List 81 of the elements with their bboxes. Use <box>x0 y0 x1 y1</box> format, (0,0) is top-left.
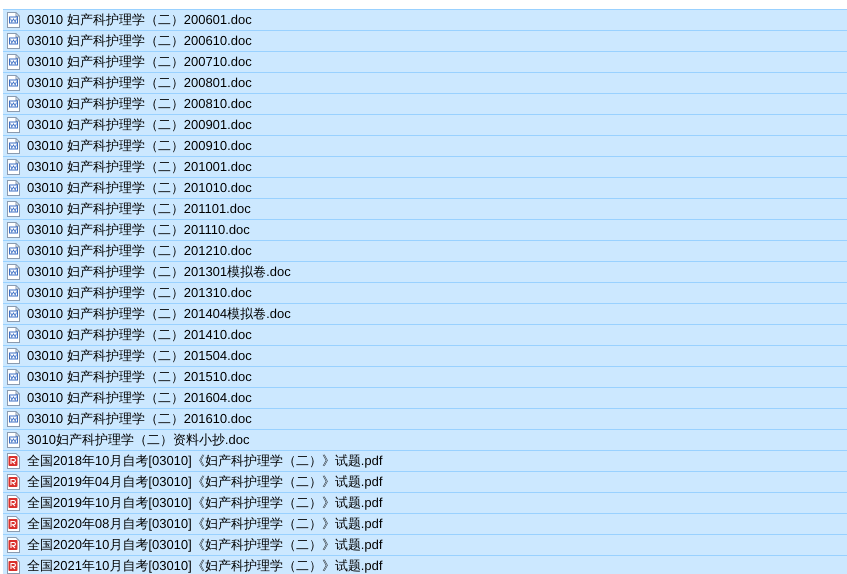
file-row[interactable]: 03010 妇产科护理学（二）200801.doc <box>3 72 847 93</box>
pdf-icon <box>7 516 20 532</box>
document-icon <box>7 96 20 112</box>
document-icon <box>7 12 20 28</box>
file-name: 03010 妇产科护理学（二）200610.doc <box>27 33 252 49</box>
file-name: 03010 妇产科护理学（二）200801.doc <box>27 75 252 91</box>
file-name: 03010 妇产科护理学（二）201301模拟卷.doc <box>27 264 291 280</box>
file-name: 03010 妇产科护理学（二）201110.doc <box>27 222 250 238</box>
file-row[interactable]: 03010 妇产科护理学（二）200610.doc <box>3 30 847 51</box>
file-name: 03010 妇产科护理学（二）201010.doc <box>27 180 252 196</box>
file-name: 03010 妇产科护理学（二）201310.doc <box>27 285 252 301</box>
file-name: 03010 妇产科护理学（二）201404模拟卷.doc <box>27 306 291 322</box>
file-name: 03010 妇产科护理学（二）201604.doc <box>27 390 252 406</box>
file-name: 全国2019年04月自考[03010]《妇产科护理学（二）》试题.pdf <box>27 474 382 490</box>
pdf-icon <box>7 495 20 511</box>
file-name: 全国2021年10月自考[03010]《妇产科护理学（二）》试题.pdf <box>27 558 382 574</box>
pdf-icon <box>7 537 20 553</box>
document-icon <box>7 33 20 49</box>
document-icon <box>7 369 20 385</box>
file-row[interactable]: 03010 妇产科护理学（二）201504.doc <box>3 345 847 366</box>
file-name: 03010 妇产科护理学（二）201504.doc <box>27 348 252 364</box>
file-name: 03010 妇产科护理学（二）200810.doc <box>27 96 252 112</box>
file-row[interactable]: 03010 妇产科护理学（二）201604.doc <box>3 387 847 408</box>
file-row[interactable]: 全国2020年10月自考[03010]《妇产科护理学（二）》试题.pdf <box>3 534 847 555</box>
file-row[interactable]: 03010 妇产科护理学（二）200710.doc <box>3 51 847 72</box>
document-icon <box>7 432 20 448</box>
file-row[interactable]: 03010 妇产科护理学（二）201210.doc <box>3 240 847 261</box>
file-name: 03010 妇产科护理学（二）200901.doc <box>27 117 252 133</box>
document-icon <box>7 327 20 343</box>
file-row[interactable]: 全国2020年08月自考[03010]《妇产科护理学（二）》试题.pdf <box>3 513 847 534</box>
file-row[interactable]: 03010 妇产科护理学（二）201101.doc <box>3 198 847 219</box>
document-icon <box>7 54 20 70</box>
document-icon <box>7 180 20 196</box>
document-icon <box>7 75 20 91</box>
document-icon <box>7 285 20 301</box>
file-name: 全国2020年10月自考[03010]《妇产科护理学（二）》试题.pdf <box>27 537 382 553</box>
document-icon <box>7 159 20 175</box>
document-icon <box>7 117 20 133</box>
file-name: 全国2020年08月自考[03010]《妇产科护理学（二）》试题.pdf <box>27 516 382 532</box>
document-icon <box>7 390 20 406</box>
pdf-icon <box>7 558 20 574</box>
pdf-icon <box>7 453 20 469</box>
document-icon <box>7 243 20 259</box>
file-row[interactable]: 全国2018年10月自考[03010]《妇产科护理学（二）》试题.pdf <box>3 450 847 471</box>
document-icon <box>7 222 20 238</box>
file-row[interactable]: 03010 妇产科护理学（二）201110.doc <box>3 219 847 240</box>
document-icon <box>7 411 20 427</box>
file-row[interactable]: 03010 妇产科护理学（二）201410.doc <box>3 324 847 345</box>
file-name: 03010 妇产科护理学（二）201510.doc <box>27 369 252 385</box>
document-icon <box>7 348 20 364</box>
document-icon <box>7 201 20 217</box>
file-row[interactable]: 全国2019年04月自考[03010]《妇产科护理学（二）》试题.pdf <box>3 471 847 492</box>
document-icon <box>7 306 20 322</box>
file-row[interactable]: 03010 妇产科护理学（二）200901.doc <box>3 114 847 135</box>
document-icon <box>7 138 20 154</box>
file-name: 03010 妇产科护理学（二）200710.doc <box>27 54 252 70</box>
file-name: 03010 妇产科护理学（二）201101.doc <box>27 201 251 217</box>
file-row[interactable]: 03010 妇产科护理学（二）201404模拟卷.doc <box>3 303 847 324</box>
document-icon <box>7 264 20 280</box>
file-name: 全国2019年10月自考[03010]《妇产科护理学（二）》试题.pdf <box>27 495 382 511</box>
file-name: 3010妇产科护理学（二）资料小抄.doc <box>27 432 250 448</box>
file-name: 03010 妇产科护理学（二）201001.doc <box>27 159 252 175</box>
file-name: 03010 妇产科护理学（二）201610.doc <box>27 411 252 427</box>
file-row[interactable]: 03010 妇产科护理学（二）201310.doc <box>3 282 847 303</box>
file-row[interactable]: 03010 妇产科护理学（二）201610.doc <box>3 408 847 429</box>
file-row[interactable]: 03010 妇产科护理学（二）201510.doc <box>3 366 847 387</box>
file-row[interactable]: 全国2019年10月自考[03010]《妇产科护理学（二）》试题.pdf <box>3 492 847 513</box>
file-row[interactable]: 03010 妇产科护理学（二）200601.doc <box>3 9 847 30</box>
file-name: 03010 妇产科护理学（二）200910.doc <box>27 138 252 154</box>
file-name: 03010 妇产科护理学（二）201410.doc <box>27 327 252 343</box>
file-name: 全国2018年10月自考[03010]《妇产科护理学（二）》试题.pdf <box>27 453 382 469</box>
file-row[interactable]: 03010 妇产科护理学（二）200910.doc <box>3 135 847 156</box>
pdf-icon <box>7 474 20 490</box>
file-row[interactable]: 3010妇产科护理学（二）资料小抄.doc <box>3 429 847 450</box>
file-row[interactable]: 03010 妇产科护理学（二）201010.doc <box>3 177 847 198</box>
file-row[interactable]: 全国2021年10月自考[03010]《妇产科护理学（二）》试题.pdf <box>3 555 847 574</box>
file-row[interactable]: 03010 妇产科护理学（二）200810.doc <box>3 93 847 114</box>
file-name: 03010 妇产科护理学（二）200601.doc <box>27 12 252 28</box>
file-row[interactable]: 03010 妇产科护理学（二）201301模拟卷.doc <box>3 261 847 282</box>
file-name: 03010 妇产科护理学（二）201210.doc <box>27 243 252 259</box>
file-row[interactable]: 03010 妇产科护理学（二）201001.doc <box>3 156 847 177</box>
